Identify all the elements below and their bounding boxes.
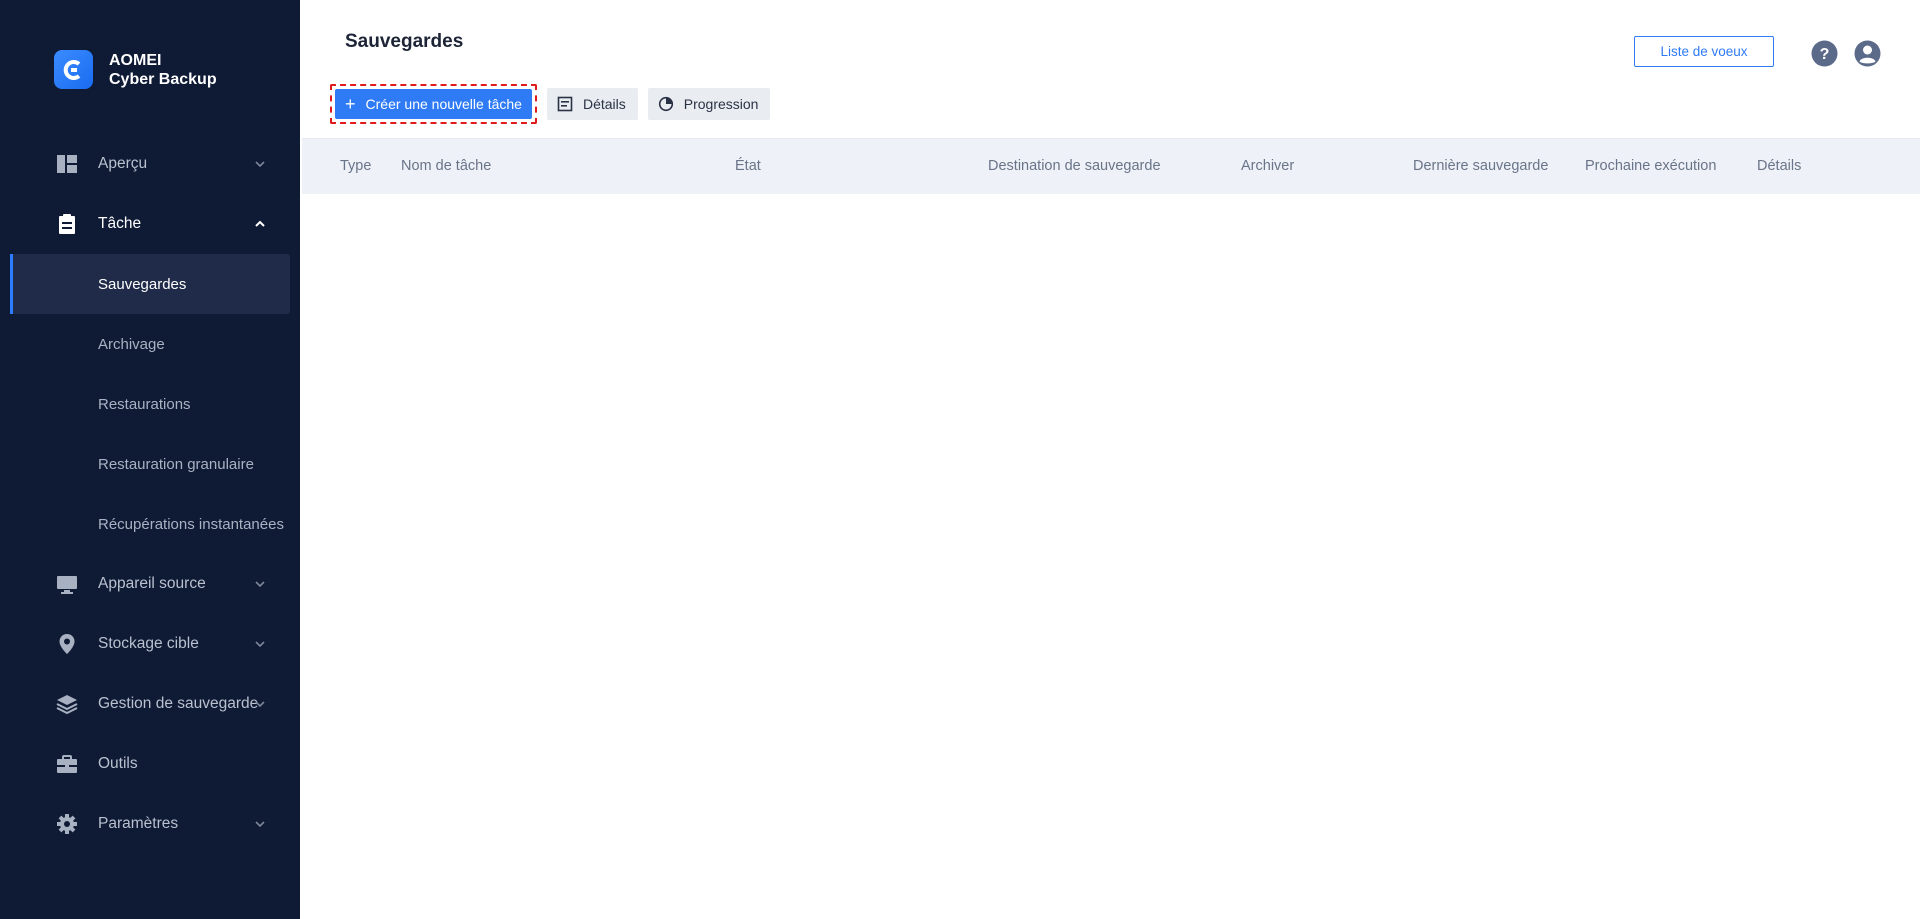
- column-header-details[interactable]: Détails: [1757, 158, 1801, 174]
- sidebar-item-label: Gestion de sauvegarde: [98, 695, 259, 712]
- progress-button[interactable]: Progression: [647, 88, 771, 120]
- sidebar-item-label: Paramètres: [98, 815, 179, 832]
- details-label: Détails: [582, 96, 626, 112]
- sidebar-subitem-label: Archivage: [98, 335, 165, 353]
- column-header-type[interactable]: Type: [340, 158, 371, 174]
- chevron-down-icon: [255, 641, 265, 648]
- help-icon[interactable]: ?: [1811, 40, 1838, 67]
- sidebar-item-stockage-cible[interactable]: Stockage cible: [0, 614, 300, 674]
- create-task-label: Créer une nouvelle tâche: [365, 96, 522, 112]
- layers-icon: [56, 695, 78, 715]
- sidebar-item-label: Appareil source: [98, 575, 206, 592]
- toolbar: + Créer une nouvelle tâche Détails Progr…: [330, 84, 771, 124]
- plus-icon: +: [345, 94, 356, 114]
- sidebar-subitem-restaurations[interactable]: Restaurations: [0, 374, 300, 434]
- sidebar-item-outils[interactable]: Outils: [0, 734, 300, 794]
- dashboard-icon: [57, 155, 77, 173]
- sidebar-item-label: Tâche: [98, 215, 142, 232]
- column-header-state[interactable]: État: [735, 158, 761, 174]
- sidebar-subitem-recuperations-instantanees[interactable]: Récupérations instantanées: [0, 494, 300, 554]
- sidebar-item-tache[interactable]: Tâche: [0, 194, 300, 254]
- toolbox-icon: [57, 755, 77, 773]
- location-pin-icon: [59, 634, 75, 654]
- chevron-down-icon: [255, 821, 265, 828]
- highlight-frame: + Créer une nouvelle tâche: [330, 84, 537, 124]
- sidebar-subitem-label: Restaurations: [98, 395, 191, 413]
- sidebar-item-label: Outils: [98, 755, 138, 772]
- chevron-down-icon: [255, 161, 265, 168]
- sidebar-item-apercu[interactable]: Aperçu: [0, 134, 300, 194]
- column-header-destination[interactable]: Destination de sauvegarde: [988, 158, 1161, 174]
- monitor-icon: [57, 576, 77, 594]
- app-logo-icon: [54, 50, 93, 89]
- sidebar-subitem-label: Restauration granulaire: [98, 455, 254, 473]
- sidebar-subitem-label: Récupérations instantanées: [98, 515, 284, 533]
- column-header-archive[interactable]: Archiver: [1241, 158, 1294, 174]
- sidebar-subitem-label: Sauvegardes: [98, 275, 187, 293]
- brand-name: AOMEI Cyber Backup: [109, 51, 217, 89]
- brand-line-1: AOMEI: [109, 51, 162, 69]
- chevron-up-icon: [255, 220, 265, 227]
- sidebar-subitem-archivage[interactable]: Archivage: [0, 314, 300, 374]
- page-title: Sauvegardes: [345, 31, 464, 52]
- sidebar: AOMEI Cyber Backup Aperçu Tâche Sauvegar…: [0, 0, 300, 919]
- pie-progress-icon: [658, 96, 673, 112]
- column-header-last-backup[interactable]: Dernière sauvegarde: [1413, 158, 1548, 174]
- brand-line-2: Cyber Backup: [109, 70, 217, 88]
- create-task-button[interactable]: + Créer une nouvelle tâche: [335, 89, 532, 119]
- column-header-next-run[interactable]: Prochaine exécution: [1585, 158, 1716, 174]
- svg-text:?: ?: [1820, 46, 1830, 63]
- gear-icon: [57, 814, 77, 834]
- brand[interactable]: AOMEI Cyber Backup: [54, 50, 217, 89]
- sidebar-subitem-restauration-granulaire[interactable]: Restauration granulaire: [0, 434, 300, 494]
- sidebar-nav: Aperçu Tâche Sauvegardes Archivage Resta…: [0, 134, 300, 854]
- details-button[interactable]: Détails: [546, 88, 638, 120]
- sidebar-item-parametres[interactable]: Paramètres: [0, 794, 300, 854]
- sidebar-subitem-sauvegardes[interactable]: Sauvegardes: [10, 254, 290, 314]
- progress-label: Progression: [683, 96, 759, 112]
- chevron-down-icon: [255, 701, 265, 708]
- user-avatar-icon[interactable]: [1854, 40, 1881, 67]
- sidebar-item-label: Stockage cible: [98, 635, 199, 652]
- column-header-task-name[interactable]: Nom de tâche: [401, 158, 491, 174]
- table-header: Type Nom de tâche État Destination de sa…: [302, 138, 1920, 194]
- wishlist-button[interactable]: Liste de voeux: [1634, 36, 1774, 67]
- sidebar-item-gestion-de-sauvegarde[interactable]: Gestion de sauvegarde: [0, 674, 300, 734]
- details-icon: [557, 96, 573, 112]
- chevron-down-icon: [255, 581, 265, 588]
- sidebar-item-label: Aperçu: [98, 155, 148, 172]
- main-content: Sauvegardes + Créer une nouvelle tâche D…: [300, 0, 1920, 919]
- sidebar-item-appareil-source[interactable]: Appareil source: [0, 554, 300, 614]
- clipboard-icon: [59, 214, 75, 234]
